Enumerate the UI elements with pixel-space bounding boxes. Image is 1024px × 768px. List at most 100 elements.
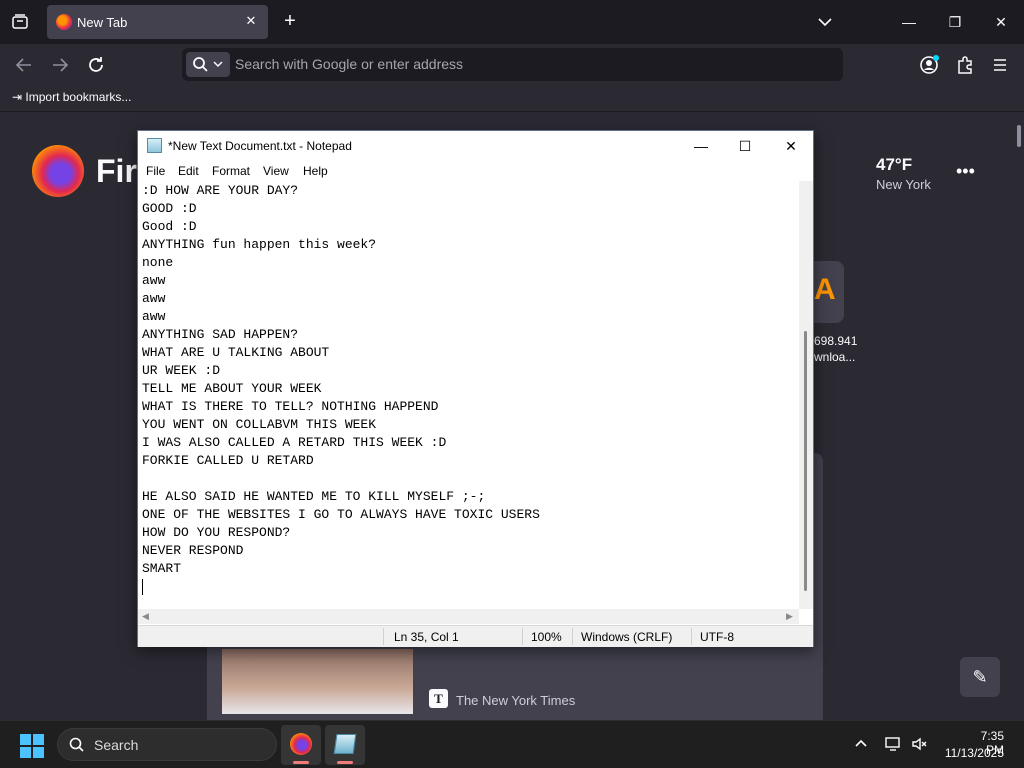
firefox-logo-icon [32, 145, 84, 197]
taskbar-clock-date[interactable]: 11/13/2025 [940, 746, 1004, 760]
page-scrollbar[interactable] [1017, 125, 1021, 147]
text-line: FORKIE CALLED U RETARD [142, 453, 314, 468]
bookmarks-toolbar: ⇥ Import bookmarks... [0, 86, 1024, 112]
horizontal-scrollbar[interactable]: ◀ ▶ [138, 609, 799, 624]
text-line [142, 578, 799, 596]
forward-arrow-icon[interactable] [48, 53, 72, 77]
taskbar-firefox-button[interactable] [281, 725, 321, 765]
tab-title: New Tab [77, 15, 128, 30]
text-line: WHAT IS THERE TO TELL? NOTHING HAPPEND [142, 399, 439, 414]
text-line: UR WEEK :D [142, 363, 221, 378]
vertical-scroll-thumb[interactable] [804, 331, 807, 591]
weather-menu-icon[interactable]: ••• [956, 161, 975, 182]
taskbar-search-box[interactable]: Search [57, 728, 277, 761]
text-line: Good :D [142, 219, 197, 234]
notepad-icon [333, 734, 357, 754]
notepad-icon [147, 138, 162, 153]
address-bar[interactable]: Search with Google or enter address [182, 48, 843, 81]
tab-new-tab[interactable]: New Tab ✕ [47, 5, 268, 39]
weather-city[interactable]: New York [876, 177, 931, 192]
new-tab-button[interactable]: + [279, 10, 301, 32]
notepad-status-bar: Ln 35, Col 1 100% Windows (CRLF) UTF-8 [138, 625, 813, 647]
windows-start-icon[interactable] [20, 734, 44, 758]
close-tab-icon[interactable]: ✕ [242, 12, 260, 30]
notepad-menubar: File Edit Format View Help [138, 161, 813, 181]
notepad-titlebar[interactable]: *New Text Document.txt - Notepad — ☐ ✕ [138, 131, 813, 161]
minimize-window-button[interactable]: — [895, 8, 923, 36]
menu-edit[interactable]: Edit [178, 164, 199, 178]
status-divider [383, 628, 384, 645]
text-line: ANYTHING fun happen this week? [142, 237, 377, 252]
firefox-favicon-icon [56, 14, 72, 30]
back-arrow-icon[interactable] [12, 53, 36, 77]
weather-temperature[interactable]: 47°F [876, 155, 912, 175]
text-line: aww [142, 291, 166, 306]
menu-help[interactable]: Help [303, 164, 328, 178]
text-line: aww [142, 309, 166, 324]
shortcut-label: wnloa... [814, 350, 856, 364]
notepad-text-area[interactable]: :D HOW ARE YOUR DAY? GOOD :D Good :D ANYTHI… [138, 181, 799, 609]
text-line: HOW DO YOU RESPOND? [142, 525, 291, 540]
status-zoom: 100% [531, 630, 562, 644]
notepad-minimize-button[interactable]: — [678, 131, 724, 161]
text-line: none [142, 255, 174, 270]
notepad-title: *New Text Document.txt - Notepad [168, 139, 352, 153]
story-source: The New York Times [456, 693, 576, 708]
notepad-window[interactable]: *New Text Document.txt - Notepad — ☐ ✕ F… [137, 130, 814, 647]
scroll-right-icon[interactable]: ▶ [786, 611, 793, 622]
chevron-up-icon[interactable] [852, 735, 870, 753]
text-line: WHAT ARE U TALKING ABOUT [142, 345, 330, 360]
pencil-icon[interactable]: ✎ [960, 657, 1000, 697]
taskbar: Search 7:35 PM 11/13/2025 [0, 720, 1024, 768]
shortcut-logo-icon: A [814, 273, 836, 306]
tab-list-icon[interactable] [8, 10, 32, 34]
vertical-scrollbar[interactable] [799, 181, 813, 609]
text-line: SMART [142, 561, 182, 576]
browser-tab-bar: New Tab ✕ + — ❐ ✕ [0, 0, 1024, 44]
text-line: I WAS ALSO CALLED A RETARD THIS WEEK :D [142, 435, 447, 450]
status-divider [522, 628, 523, 645]
text-line: :D HOW ARE YOUR DAY? [142, 183, 299, 198]
text-caret [142, 578, 143, 595]
story-image[interactable] [222, 649, 413, 714]
menu-view[interactable]: View [263, 164, 289, 178]
restore-window-button[interactable]: ❐ [941, 8, 969, 36]
text-line: aww [142, 273, 166, 288]
menu-file[interactable]: File [146, 164, 165, 178]
browser-nav-bar: Search with Google or enter address [0, 44, 1024, 86]
import-bookmarks-link[interactable]: ⇥ Import bookmarks... [12, 90, 131, 104]
import-icon: ⇥ [12, 90, 23, 104]
search-icon [68, 736, 86, 759]
active-indicator [337, 761, 353, 764]
search-engine-button[interactable] [186, 52, 230, 77]
puzzle-icon[interactable] [953, 53, 977, 77]
status-encoding: UTF-8 [700, 630, 734, 644]
text-line: NEVER RESPOND [142, 543, 244, 558]
scroll-left-icon[interactable]: ◀ [142, 611, 149, 622]
text-line: ANYTHING SAD HAPPEN? [142, 327, 299, 342]
text-line [142, 470, 799, 488]
taskbar-search-label: Search [94, 737, 139, 753]
status-divider [572, 628, 573, 645]
status-position: Ln 35, Col 1 [394, 630, 459, 644]
menu-format[interactable]: Format [212, 164, 250, 178]
notepad-maximize-button[interactable]: ☐ [722, 131, 768, 161]
text-line: TELL ME ABOUT YOUR WEEK [142, 381, 322, 396]
account-icon[interactable] [917, 53, 941, 77]
address-input[interactable]: Search with Google or enter address [235, 56, 463, 72]
notepad-close-button[interactable]: ✕ [768, 131, 814, 161]
firefox-icon [290, 733, 312, 755]
chevron-down-icon[interactable] [815, 12, 835, 32]
reload-icon[interactable] [84, 53, 108, 77]
text-line: GOOD :D [142, 201, 197, 216]
volume-muted-icon[interactable] [910, 735, 928, 753]
status-line-ending: Windows (CRLF) [581, 630, 673, 644]
taskbar-notepad-button[interactable] [325, 725, 365, 765]
text-line: HE ALSO SAID HE WANTED ME TO KILL MYSELF… [142, 489, 486, 504]
close-window-button[interactable]: ✕ [987, 8, 1015, 36]
import-bookmarks-label: Import bookmarks... [25, 90, 132, 104]
text-line: YOU WENT ON COLLABVM THIS WEEK [142, 417, 377, 432]
hamburger-icon[interactable] [988, 53, 1012, 77]
network-icon[interactable] [884, 735, 902, 753]
text-line: ONE OF THE WEBSITES I GO TO ALWAYS HAVE … [142, 507, 540, 522]
